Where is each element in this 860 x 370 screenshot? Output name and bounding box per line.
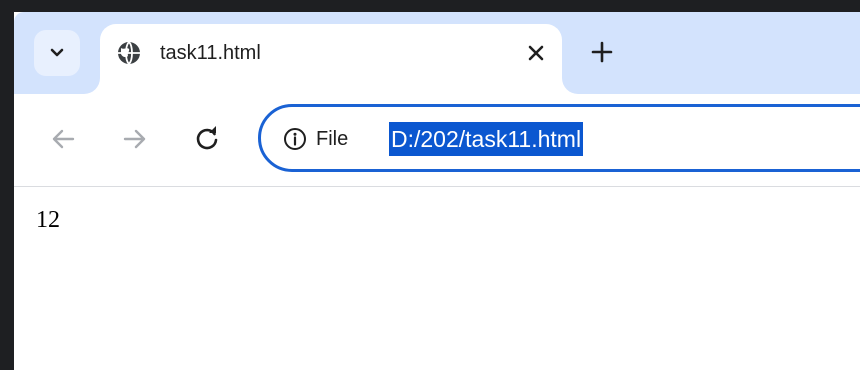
arrow-left-icon[interactable] [48,124,78,154]
info-icon[interactable] [283,127,307,151]
navigation-toolbar: File D:/202/task11.html [14,94,860,187]
browser-window: task11.html File D:/202/task11.html 12 [14,12,860,370]
tab-title: task11.html [160,42,261,64]
page-text: 12 [36,207,60,233]
tab-strip: task11.html [14,12,860,94]
new-tab-button[interactable] [588,38,616,66]
address-bar[interactable]: File D:/202/task11.html [258,104,860,172]
desktop-edge-top [0,0,860,12]
chevron-down-icon [50,48,64,57]
url-text-selected[interactable]: D:/202/task11.html [389,122,584,156]
tab-search-button[interactable] [34,30,80,76]
reload-icon[interactable] [192,124,222,154]
close-icon[interactable] [525,42,547,64]
arrow-right-icon[interactable] [120,124,150,154]
screenshot-frame: task11.html File D:/202/task11.html 12 [0,0,860,370]
scheme-label: File [316,128,349,150]
tab-active[interactable]: task11.html [100,24,562,94]
desktop-edge-left [0,0,14,370]
page-viewport: 12 [14,187,860,370]
globe-icon [118,41,140,65]
